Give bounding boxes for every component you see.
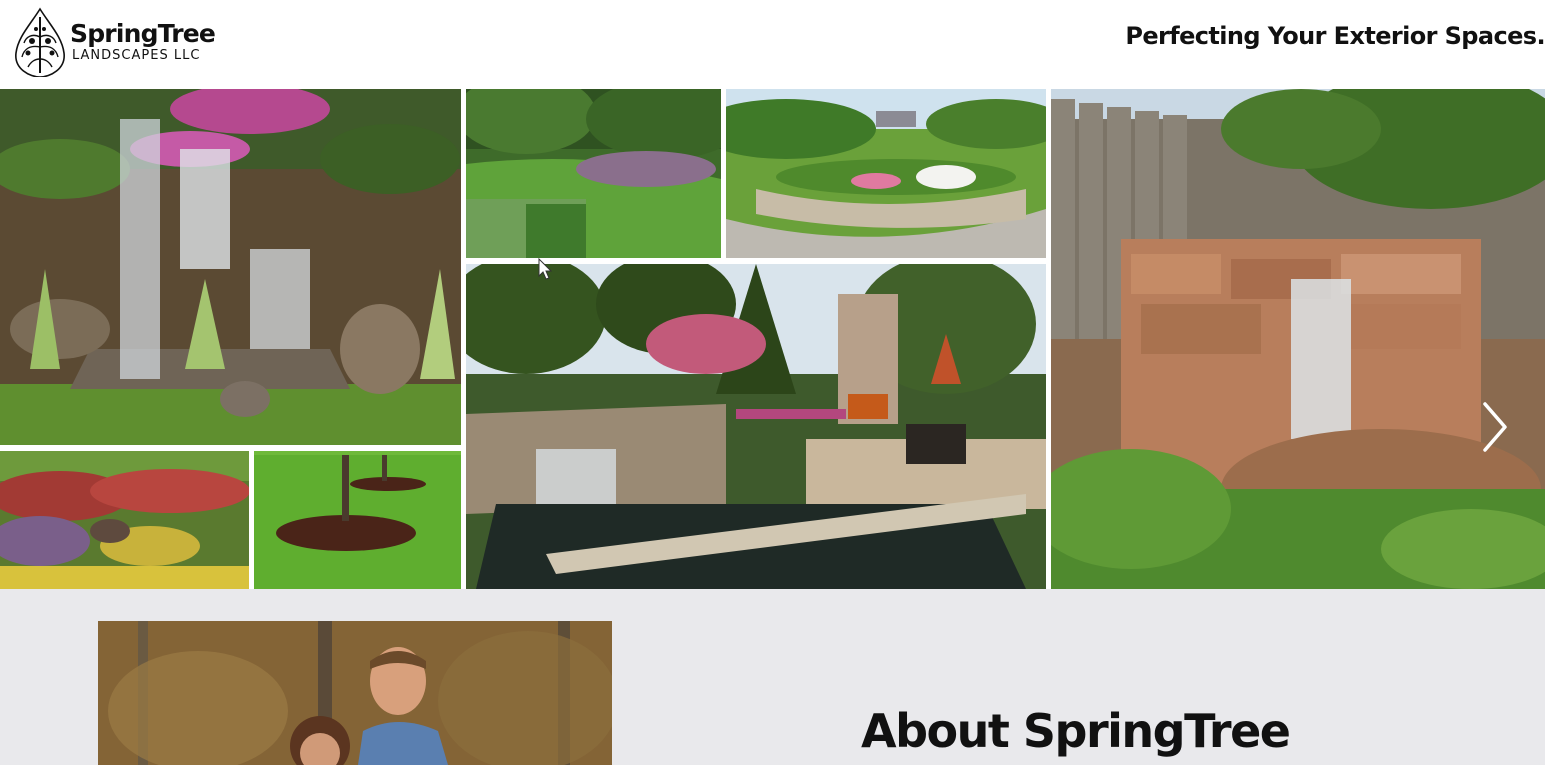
about-title: About SpringTree [861,704,1291,758]
logo-subtitle: LANDSCAPES LLC [72,48,201,63]
gallery-image-flower-bed[interactable] [0,451,249,589]
gallery-image-lawn-garden-path[interactable] [466,89,721,258]
owners-photo [98,621,612,765]
chevron-right-icon[interactable] [1481,402,1509,452]
logo[interactable]: SpringTree LANDSCAPES LLC [12,6,227,78]
about-section: About SpringTree [0,589,1545,765]
gallery-image-waterfall-garden[interactable] [0,89,461,445]
tree-logo-icon [15,7,65,77]
photo-gallery [0,89,1545,589]
site-header: SpringTree LANDSCAPES LLC Perfecting You… [0,0,1545,89]
tagline: Perfecting Your Exterior Spaces. [1125,22,1545,50]
gallery-image-curved-paver-walkway[interactable] [726,89,1046,258]
gallery-image-patio-pond-fireplace[interactable] [466,264,1046,589]
gallery-image-stone-waterfall-fence[interactable] [1051,89,1545,589]
gallery-image-mulched-tree-rings[interactable] [254,451,461,589]
logo-name: SpringTree [70,19,216,48]
